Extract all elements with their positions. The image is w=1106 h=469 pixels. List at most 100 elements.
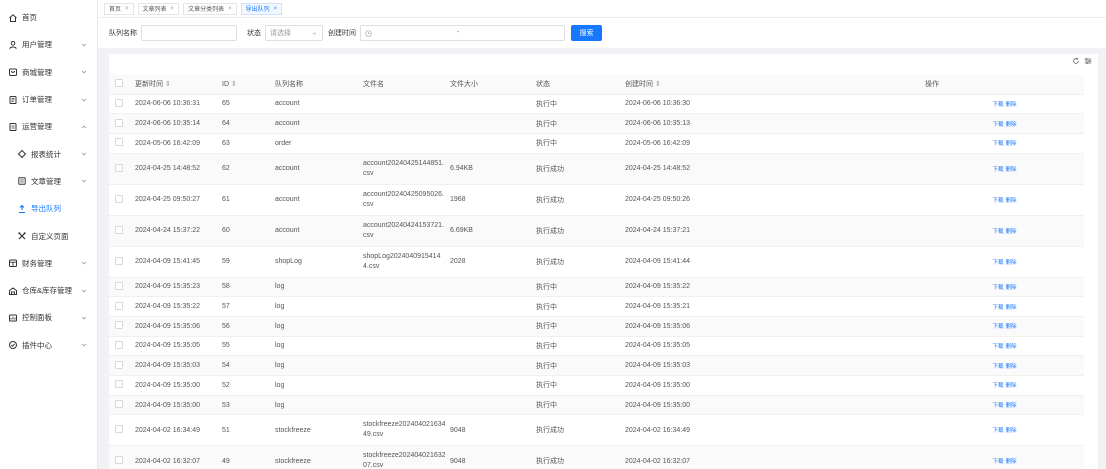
chevron-up-icon[interactable] — [81, 124, 87, 130]
download-link[interactable]: 下载 — [992, 344, 1003, 350]
sidebar-item-report[interactable]: 报表统计 — [0, 140, 97, 167]
delete-link[interactable]: 删除 — [1006, 167, 1017, 173]
row-checkbox[interactable] — [115, 321, 123, 330]
delete-link[interactable]: 删除 — [1006, 229, 1017, 235]
delete-link[interactable]: 删除 — [1006, 344, 1017, 350]
row-select-cell[interactable] — [109, 94, 131, 115]
chevron-down-icon[interactable] — [81, 151, 87, 157]
row-select-cell[interactable] — [109, 184, 131, 216]
row-select-cell[interactable] — [109, 355, 131, 376]
search-button[interactable]: 搜索 — [571, 25, 602, 41]
row-select-cell[interactable] — [109, 296, 131, 317]
row-checkbox[interactable] — [115, 225, 123, 234]
download-link[interactable]: 下载 — [992, 383, 1003, 389]
chevron-down-icon[interactable] — [81, 288, 87, 294]
sidebar-item-home[interactable]: 首页 — [0, 4, 97, 31]
row-select-cell[interactable] — [109, 153, 131, 185]
row-checkbox[interactable] — [115, 400, 123, 409]
row-checkbox[interactable] — [115, 194, 123, 203]
download-link[interactable]: 下载 — [992, 428, 1003, 434]
download-link[interactable]: 下载 — [992, 198, 1003, 204]
download-link[interactable]: 下载 — [992, 229, 1003, 235]
select-all-cell[interactable] — [109, 74, 131, 95]
row-select-cell[interactable] — [109, 246, 131, 278]
row-checkbox[interactable] — [115, 360, 123, 369]
delete-link[interactable]: 删除 — [1006, 285, 1017, 291]
row-select-cell[interactable] — [109, 277, 131, 298]
row-checkbox[interactable] — [115, 456, 123, 465]
delete-link[interactable]: 删除 — [1006, 122, 1017, 128]
chevron-down-icon[interactable] — [81, 178, 87, 184]
row-checkbox[interactable] — [115, 340, 123, 349]
download-link[interactable]: 下载 — [992, 122, 1003, 128]
sidebar-item-order[interactable]: 订单管理 — [0, 86, 97, 113]
chevron-down-icon[interactable] — [81, 97, 87, 103]
delete-link[interactable]: 删除 — [1006, 198, 1017, 204]
row-select-cell[interactable] — [109, 336, 131, 357]
row-checkbox[interactable] — [115, 425, 123, 434]
tab-1[interactable]: 文章列表 × — [137, 2, 180, 15]
column-settings-icon[interactable] — [1084, 57, 1092, 65]
row-select-cell[interactable] — [109, 445, 131, 469]
row-checkbox[interactable] — [115, 163, 123, 172]
created-date-range[interactable]: - — [360, 25, 565, 41]
tab-0[interactable]: 首页 × — [104, 2, 134, 15]
sort-icon[interactable]: ⇕ — [165, 81, 171, 88]
sidebar-item-plugin[interactable]: 插件中心 — [0, 332, 97, 359]
sidebar-item-finance[interactable]: 财务管理 — [0, 250, 97, 277]
sidebar-item-dashboard[interactable]: 控制面板 — [0, 304, 97, 331]
close-icon[interactable]: × — [125, 6, 129, 12]
delete-link[interactable]: 删除 — [1006, 459, 1017, 465]
sidebar-item-article[interactable]: 文章管理 — [0, 168, 97, 195]
download-link[interactable]: 下载 — [992, 403, 1003, 409]
status-select[interactable]: 请选择 — [265, 25, 323, 41]
sidebar-item-custom-page[interactable]: 自定义页面 — [0, 222, 97, 249]
col-id[interactable]: ID ⇕ — [218, 74, 271, 95]
refresh-icon[interactable] — [1072, 57, 1080, 65]
row-checkbox[interactable] — [115, 281, 123, 290]
sort-icon[interactable]: ⇕ — [655, 81, 661, 88]
sidebar-item-export[interactable]: 导出队列 — [0, 195, 97, 222]
download-link[interactable]: 下载 — [992, 364, 1003, 370]
select-all-checkbox[interactable] — [115, 78, 123, 87]
download-link[interactable]: 下载 — [992, 324, 1003, 330]
download-link[interactable]: 下载 — [992, 167, 1003, 173]
row-select-cell[interactable] — [109, 215, 131, 247]
row-select-cell[interactable] — [109, 375, 131, 396]
row-checkbox[interactable] — [115, 256, 123, 265]
sort-icon[interactable]: ⇕ — [231, 81, 237, 88]
chevron-down-icon[interactable] — [81, 342, 87, 348]
close-icon[interactable]: × — [274, 6, 278, 12]
delete-link[interactable]: 删除 — [1006, 141, 1017, 147]
download-link[interactable]: 下载 — [992, 305, 1003, 311]
delete-link[interactable]: 删除 — [1006, 403, 1017, 409]
sidebar-item-shop[interactable]: 商城管理 — [0, 59, 97, 86]
delete-link[interactable]: 删除 — [1006, 305, 1017, 311]
sidebar-item-warehouse[interactable]: 仓库&库存管理 — [0, 277, 97, 304]
sidebar-item-operation[interactable]: 运营管理 — [0, 113, 97, 140]
close-icon[interactable]: × — [171, 6, 175, 12]
download-link[interactable]: 下载 — [992, 260, 1003, 266]
download-link[interactable]: 下载 — [992, 285, 1003, 291]
delete-link[interactable]: 删除 — [1006, 383, 1017, 389]
delete-link[interactable]: 删除 — [1006, 260, 1017, 266]
delete-link[interactable]: 删除 — [1006, 428, 1017, 434]
row-checkbox[interactable] — [115, 138, 123, 147]
chevron-down-icon[interactable] — [81, 69, 87, 75]
sidebar-item-user[interactable]: 用户管理 — [0, 31, 97, 58]
delete-link[interactable]: 删除 — [1006, 324, 1017, 330]
row-checkbox[interactable] — [115, 98, 123, 107]
col-created-time[interactable]: 创建时间 ⇕ — [621, 74, 921, 95]
delete-link[interactable]: 删除 — [1006, 102, 1017, 108]
download-link[interactable]: 下载 — [992, 141, 1003, 147]
chevron-down-icon[interactable] — [81, 42, 87, 48]
download-link[interactable]: 下载 — [992, 102, 1003, 108]
row-checkbox[interactable] — [115, 301, 123, 310]
chevron-down-icon[interactable] — [81, 260, 87, 266]
row-select-cell[interactable] — [109, 414, 131, 447]
download-link[interactable]: 下载 — [992, 459, 1003, 465]
queue-name-input[interactable] — [141, 25, 237, 41]
delete-link[interactable]: 删除 — [1006, 364, 1017, 370]
tab-2[interactable]: 文章分类列表 × — [183, 2, 237, 15]
row-select-cell[interactable] — [109, 316, 131, 337]
